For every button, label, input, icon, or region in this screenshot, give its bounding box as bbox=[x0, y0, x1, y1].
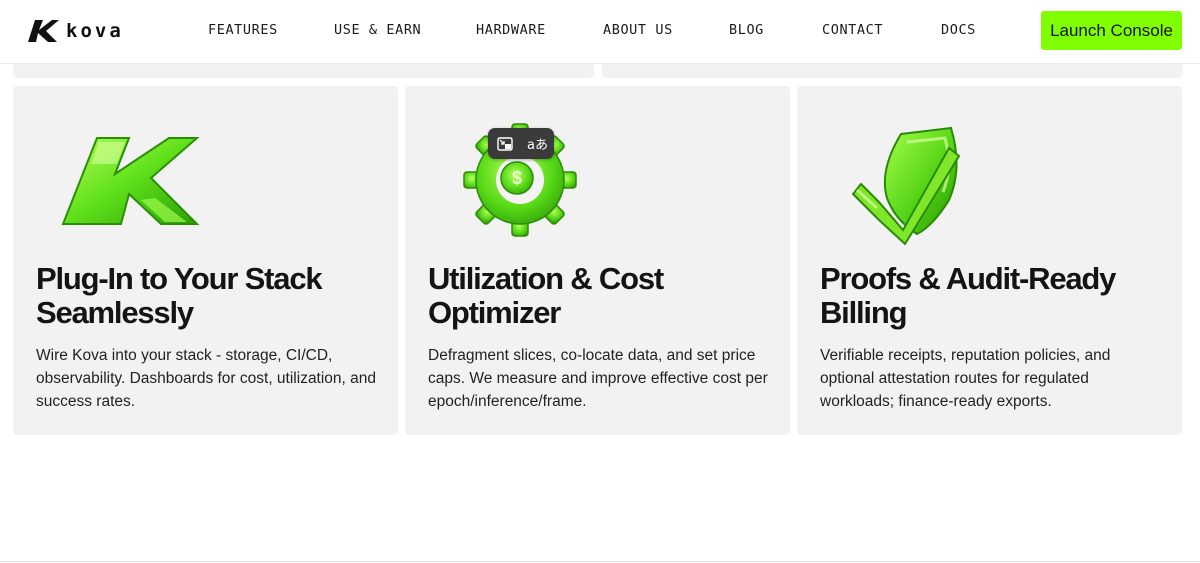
launch-console-button[interactable]: Launch Console bbox=[1041, 11, 1182, 50]
nav-docs[interactable]: DOCS bbox=[941, 22, 976, 38]
card-title: Utilization & Cost Optimizer bbox=[428, 261, 664, 330]
feature-card-optimizer: $ Utilization & Cost Optimizer Defragmen… bbox=[405, 86, 790, 435]
nav-features[interactable]: FEATURES bbox=[208, 22, 278, 38]
card-text: Wire Kova into your stack - storage, CI/… bbox=[36, 347, 377, 410]
nav-blog[interactable]: BLOG bbox=[729, 22, 764, 38]
card-title: Plug-In to Your Stack Seamlessly bbox=[36, 261, 323, 330]
image-toolbar: aあ bbox=[488, 128, 554, 159]
kova-logo[interactable]: kova bbox=[26, 17, 124, 45]
previous-card-bottom bbox=[602, 64, 1183, 78]
brand-name: kova bbox=[66, 20, 124, 42]
feature-card-plug-in: Plug-In to Your Stack Seamlessly Wire Ko… bbox=[13, 86, 398, 435]
card-title: Proofs & Audit-Ready Billing bbox=[820, 261, 1116, 330]
nav-use-earn[interactable]: USE & EARN bbox=[334, 22, 421, 38]
svg-text:$: $ bbox=[512, 168, 522, 188]
card-text: Defragment slices, co-locate data, and s… bbox=[428, 347, 768, 410]
picture-in-picture-icon[interactable] bbox=[491, 132, 519, 156]
navbar: kova FEATURES USE & EARN HARDWARE ABOUT … bbox=[0, 0, 1200, 64]
shield-check-icon bbox=[821, 108, 1011, 246]
page-divider bbox=[0, 561, 1200, 562]
feature-card-proofs: Proofs & Audit-Ready Billing Verifiable … bbox=[797, 86, 1182, 435]
previous-card-bottom bbox=[13, 64, 594, 78]
nav-contact[interactable]: CONTACT bbox=[822, 22, 883, 38]
translate-icon[interactable]: aあ bbox=[524, 132, 552, 156]
nav-about-us[interactable]: ABOUT US bbox=[603, 22, 673, 38]
card-text: Verifiable receipts, reputation policies… bbox=[820, 347, 1111, 410]
kova-k-logo-icon bbox=[37, 108, 227, 246]
kova-k-mark-icon bbox=[28, 20, 59, 42]
nav-hardware[interactable]: HARDWARE bbox=[476, 22, 546, 38]
